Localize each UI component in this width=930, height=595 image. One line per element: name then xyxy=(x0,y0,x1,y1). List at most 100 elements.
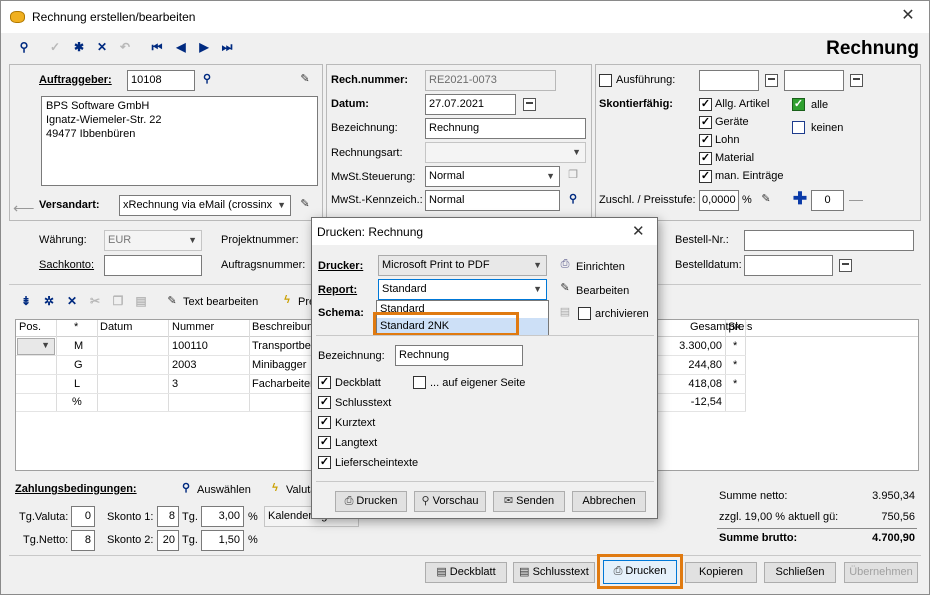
send-button[interactable]: ✉ Senden xyxy=(493,491,565,512)
closing-text-button[interactable]: ▤ Schlusstext xyxy=(513,562,595,583)
execution-from-field[interactable] xyxy=(699,70,759,91)
currency-select[interactable]: EUR ▼ xyxy=(104,230,202,251)
valuta-field[interactable]: 0 xyxy=(71,506,95,527)
discount-item-checkbox[interactable] xyxy=(699,98,712,111)
price-level-field[interactable]: 0 xyxy=(811,190,844,211)
address-box[interactable]: BPS Software GmbH Ignatz-Wiemeler-Str. 2… xyxy=(41,96,318,186)
skonto2-pct-field[interactable]: 1,50 xyxy=(201,530,244,551)
checkmark-icon[interactable]: ✓ xyxy=(47,39,63,55)
search-icon[interactable]: ⚲ xyxy=(16,39,32,55)
vat-select[interactable]: Normal ▼ xyxy=(425,166,560,187)
first-record-icon[interactable]: ⏮ xyxy=(149,39,165,55)
apply-button[interactable]: Übernehmen xyxy=(844,562,918,583)
close-button[interactable]: Schließen xyxy=(764,562,836,583)
execution-to-field[interactable] xyxy=(784,70,844,91)
column-header[interactable]: Sk. xyxy=(728,321,744,333)
archive-icon[interactable]: ▤ xyxy=(557,305,573,321)
skonto1-pct-field[interactable]: 3,00 xyxy=(201,506,244,527)
x-icon[interactable]: ✕ xyxy=(64,293,80,309)
column-header[interactable]: * xyxy=(74,321,78,333)
cancel-button[interactable]: Abbrechen xyxy=(572,491,646,512)
edit-pencil-icon[interactable]: ✎ xyxy=(758,192,774,208)
printer-value: Microsoft Print to PDF xyxy=(382,259,490,271)
x-icon[interactable]: ✕ xyxy=(94,39,110,55)
calendar-icon[interactable] xyxy=(765,74,778,87)
select-none-checkbox[interactable] xyxy=(792,121,805,134)
surcharge-field[interactable]: 0,0000 xyxy=(699,190,739,211)
report-select[interactable]: Standard ▼ xyxy=(378,279,547,300)
next-record-icon[interactable]: ▶ xyxy=(196,39,212,55)
invoice-date-field[interactable]: 27.07.2021 xyxy=(425,94,516,115)
closing-text-checkbox[interactable] xyxy=(318,396,331,409)
edit-text-button[interactable]: Text bearbeiten xyxy=(183,296,258,308)
account-field[interactable] xyxy=(104,255,202,276)
search-icon[interactable]: ⚲ xyxy=(178,481,194,497)
copy-icon[interactable]: ❐ xyxy=(110,293,126,309)
calendar-icon[interactable] xyxy=(523,98,536,111)
dialog-print-button[interactable]: ⎙ Drucken xyxy=(335,491,407,512)
cover-page-button[interactable]: ▤ Deckblatt xyxy=(425,562,507,583)
column-header[interactable]: Pos. xyxy=(19,321,41,333)
archive-checkbox[interactable] xyxy=(578,307,591,320)
calendar-icon[interactable] xyxy=(839,259,852,272)
short-text-checkbox[interactable] xyxy=(318,416,331,429)
execution-checkbox[interactable] xyxy=(599,74,612,87)
preview-button[interactable]: ⚲ Vorschau xyxy=(414,491,486,512)
invoice-desc-field[interactable]: Rechnung xyxy=(425,118,586,139)
discount-item-checkbox[interactable] xyxy=(699,152,712,165)
skonto1-days-field[interactable]: 8 xyxy=(157,506,179,527)
paste-icon[interactable]: ▤ xyxy=(133,293,149,309)
search-icon[interactable]: ⚲ xyxy=(565,192,581,208)
undo-icon[interactable]: ↶ xyxy=(117,39,133,55)
edit-pencil-icon[interactable]: ✎ xyxy=(297,72,313,88)
column-header[interactable]: Beschreibun xyxy=(252,321,313,333)
own-page-label: ... auf eigener Seite xyxy=(430,377,526,389)
long-text-checkbox[interactable] xyxy=(318,436,331,449)
select-all-checkbox[interactable] xyxy=(792,98,805,111)
append-row-icon[interactable]: ✲ xyxy=(41,293,57,309)
shipping-select[interactable]: xRechnung via eMail (crossinx ▼ xyxy=(119,195,291,216)
netto-field[interactable]: 8 xyxy=(71,530,95,551)
cover-page-checkbox[interactable] xyxy=(318,376,331,389)
delivery-text-checkbox[interactable] xyxy=(318,456,331,469)
edit-pencil-icon[interactable]: ✎ xyxy=(164,294,180,310)
search-icon[interactable]: ⚲ xyxy=(199,72,215,88)
insert-row-icon[interactable]: ⇟ xyxy=(18,293,34,309)
row-type-select[interactable]: ▼ xyxy=(17,338,55,355)
edit-pencil-icon[interactable]: ✎ xyxy=(557,281,573,297)
last-record-icon[interactable]: ⏭ xyxy=(219,39,235,55)
skonto2-days-field[interactable]: 20 xyxy=(157,530,179,551)
cut-icon[interactable]: ✂ xyxy=(87,293,103,309)
minus-icon[interactable] xyxy=(849,200,863,201)
edit-pencil-icon[interactable]: ✎ xyxy=(297,197,313,213)
edit-report-button[interactable]: Bearbeiten xyxy=(576,285,629,297)
plus-icon[interactable]: ✚ xyxy=(792,190,808,207)
lightning-icon[interactable]: ϟ xyxy=(279,293,295,309)
discount-item-checkbox[interactable] xyxy=(699,116,712,129)
close-icon[interactable]: ✕ xyxy=(896,5,920,29)
closing-text-label: Schlusstext xyxy=(335,397,392,409)
printer-select[interactable]: Microsoft Print to PDF ▼ xyxy=(378,255,547,276)
printer-setup-icon[interactable]: ⎙ xyxy=(557,257,573,273)
setup-button[interactable]: Einrichten xyxy=(576,261,625,273)
dialog-desc-field[interactable]: Rechnung xyxy=(395,345,523,366)
order-date-field[interactable] xyxy=(744,255,833,276)
discount-item-checkbox[interactable] xyxy=(699,170,712,183)
discount-item-checkbox[interactable] xyxy=(699,134,712,147)
column-header[interactable]: Datum xyxy=(100,321,132,333)
document-icon[interactable]: ❐ xyxy=(565,168,581,184)
customer-number-field[interactable]: 10108 xyxy=(127,70,195,91)
copy-button[interactable]: Kopieren xyxy=(685,562,757,583)
invoice-type-select[interactable]: ▼ xyxy=(425,142,586,163)
select-terms-button[interactable]: Auswählen xyxy=(197,484,251,496)
calendar-icon[interactable] xyxy=(850,74,863,87)
asterisk-icon[interactable]: ✱ xyxy=(71,39,87,55)
prev-record-icon[interactable]: ◀ xyxy=(173,39,189,55)
close-icon[interactable]: ✕ xyxy=(632,222,645,240)
column-header[interactable]: Nummer xyxy=(172,321,214,333)
vat-code-field[interactable]: Normal xyxy=(425,190,560,211)
own-page-checkbox[interactable] xyxy=(413,376,426,389)
dialog-title: Drucken: Rechnung xyxy=(317,225,424,239)
lightning-icon[interactable]: ϟ xyxy=(267,481,283,497)
order-nr-field[interactable] xyxy=(744,230,914,251)
